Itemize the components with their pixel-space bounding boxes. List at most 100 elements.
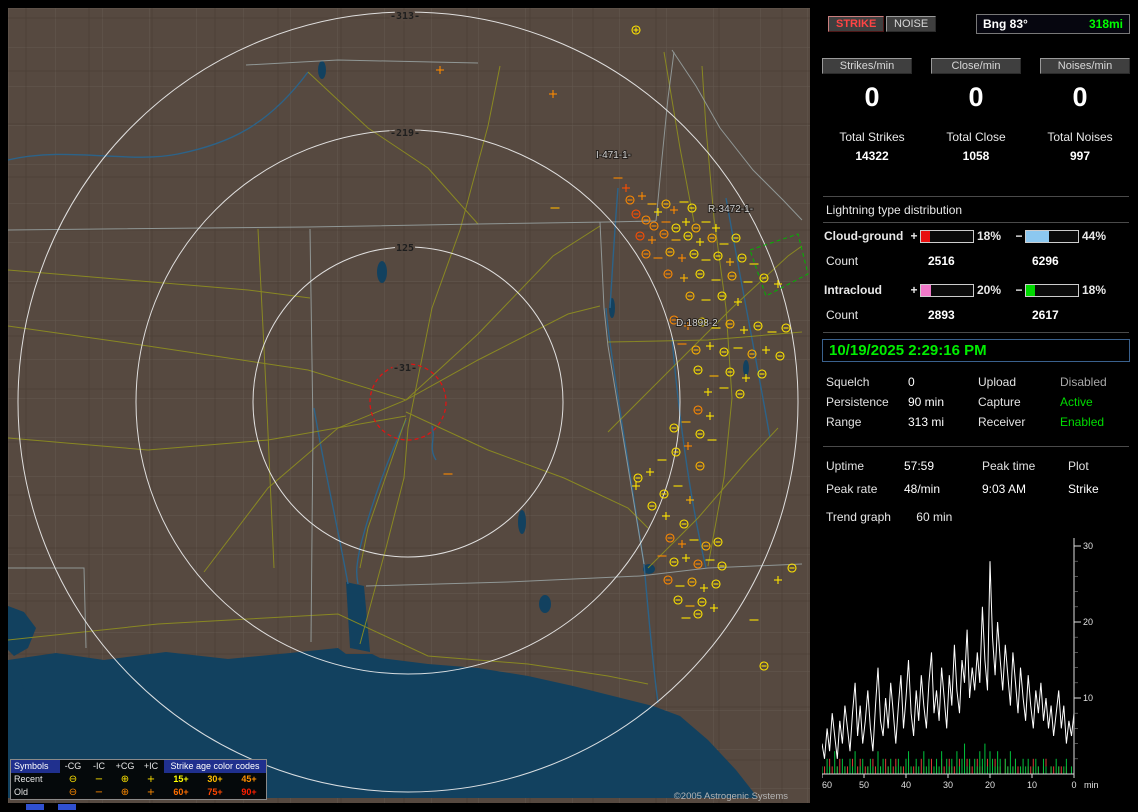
legend-age-code: 60+ [173,787,189,797]
squelch-value: 0 [908,375,915,389]
squelch-label: Squelch [826,375,870,389]
bearing-label: Bng 83° [983,17,1028,31]
ic-positive-bar [920,283,974,297]
cg-positive-bar [920,229,974,243]
legend-symbol: − [94,774,104,785]
legend-symbol: + [146,774,156,785]
close-per-min-button[interactable]: Close/min [931,58,1021,74]
ic-negative-count: 2617 [1032,308,1059,322]
legend-age-code: 90+ [241,787,257,797]
control-panel: STRIKE NOISE Bng 83° 318mi Strikes/min C… [820,8,1132,804]
trend-x-tick-label: 10 [1027,780,1037,790]
legend-age-code: 15+ [173,774,189,784]
intracloud-label: Intracloud [824,283,883,297]
legend-symbol: ⊕ [120,787,130,798]
total-noises-label: Total Noises [1047,130,1113,144]
cloud-ground-row: Cloud-ground + 18% − 44% [824,229,1132,243]
cloud-ground-label: Cloud-ground [824,229,904,243]
upload-value: Disabled [1060,375,1107,389]
legend-col-header: -CG [64,761,82,771]
total-noises-value: 997 [1069,149,1091,163]
range-ring-label: 125 [396,243,414,254]
range-label: Range [826,415,862,429]
range-ring-label: -313- [390,11,420,22]
trend-x-tick-label: 60 [822,780,832,790]
peak-rate-value: 48/min [904,481,941,496]
upload-label: Upload [978,375,1017,389]
persistence-value: 90 min [908,395,945,409]
legend-symbol: + [146,787,156,798]
total-close-label: Total Close [946,130,1006,144]
noises-per-min-button[interactable]: Noises/min [1040,58,1130,74]
peak-time-value: 9:03 AM [982,481,1027,496]
noise-mode-button[interactable]: NOISE [886,16,937,32]
trend-graph-label-row: Trend graph 60 min [826,510,974,524]
trend-y-tick-label: 30 [1083,541,1093,551]
trend-y-tick-label: 10 [1083,693,1093,703]
peak-time-label: Peak time [982,458,1036,473]
legend-age-code: 45+ [241,774,257,784]
uptime-label: Uptime [826,458,865,473]
map-legend: Symbols -CG -IC +CG +IC Strike age color code… [10,759,267,800]
app-window: { "toolbar": {"strike": "STRIKE", "noise… [0,0,1138,812]
range-value: 313 mi [908,415,945,429]
trend-x-tick-label: 50 [859,780,869,790]
storm-cell-label: I-471-1- [596,150,631,161]
map-canvas[interactable]: -313- -219- 125 -31- I-471-1- R-3472-1- D-189… [8,8,810,803]
lightning-map[interactable]: -313- -219- 125 -31- I-471-1- R-3472-1- D-189… [8,8,810,803]
legend-symbol: ⊕ [120,774,130,785]
range-ring-label: -31- [393,363,417,374]
trend-y-tick-label: 20 [1083,617,1093,627]
trend-graph: 10 20 30 60 50 40 30 20 10 0 min [822,530,1128,798]
strike-mode-button[interactable]: STRIKE [828,16,885,32]
divider [823,196,1129,197]
legend-symbol: ⊖ [68,787,78,798]
copyright-text: ©2005 Astrogenic Systems [673,791,788,802]
trend-x-tick-label: 40 [901,780,911,790]
receiver-label: Receiver [978,415,1026,429]
intracloud-row: Intracloud + 20% − 18% [824,283,1132,297]
legend-age-code: 30+ [207,774,223,784]
cg-count-row: Count 2516 6296 [826,254,1132,268]
legend-age-header: Strike age color codes [164,760,266,773]
ic-positive-pct: 20% [977,283,1002,297]
receiver-value: Enabled [1060,415,1105,429]
strikes-per-min-value: 0 [864,82,880,112]
storm-cell-label: D-1898-2 [676,318,718,329]
divider [823,222,1129,223]
ic-positive-count: 2893 [928,308,955,322]
ic-negative-bar [1025,283,1079,297]
bearing-readout: Bng 83° 318mi [976,14,1130,34]
distribution-title: Lightning type distribution [826,203,963,217]
cg-positive-pct: 18% [977,229,1002,243]
cg-negative-bar [1025,229,1079,243]
legend-row-name: Old [14,787,29,797]
persistence-label: Persistence [826,395,889,409]
legend-col-header: -IC [93,761,105,771]
cg-negative-count: 6296 [1032,254,1059,268]
legend-age-code: 75+ [207,787,223,797]
trend-x-tick-label: 20 [985,780,995,790]
session-grid: Uptime 57:59 Peak time Plot Peak rate 48… [826,454,1130,500]
trend-graph-label: Trend graph [826,510,891,524]
trend-window-value: 60 min [916,510,953,524]
divider [823,332,1129,333]
plus-sign: + [910,283,918,297]
legend-row-name: Recent [14,774,43,784]
close-per-min-value: 0 [968,82,984,112]
plot-value: Strike [1068,481,1099,496]
trend-x-tick-label: 30 [943,780,953,790]
capture-label: Capture [978,395,1021,409]
total-strikes-value: 14322 [855,149,889,163]
rate-values-row: 0 0 0 [820,82,1132,113]
ic-count-row: Count 2893 2617 [826,308,1132,322]
strikes-per-min-button[interactable]: Strikes/min [822,58,912,74]
uptime-value: 57:59 [904,458,935,473]
legend-col-header: +IC [143,761,159,771]
range-ring-label: -219- [390,128,420,139]
count-label: Count [826,308,859,322]
status-grid: Squelch 0 Upload Disabled Persistence 90… [826,372,1130,432]
legend-col-header: +CG [115,761,135,771]
cg-negative-pct: 44% [1082,229,1107,243]
total-close-value: 1058 [962,149,990,163]
